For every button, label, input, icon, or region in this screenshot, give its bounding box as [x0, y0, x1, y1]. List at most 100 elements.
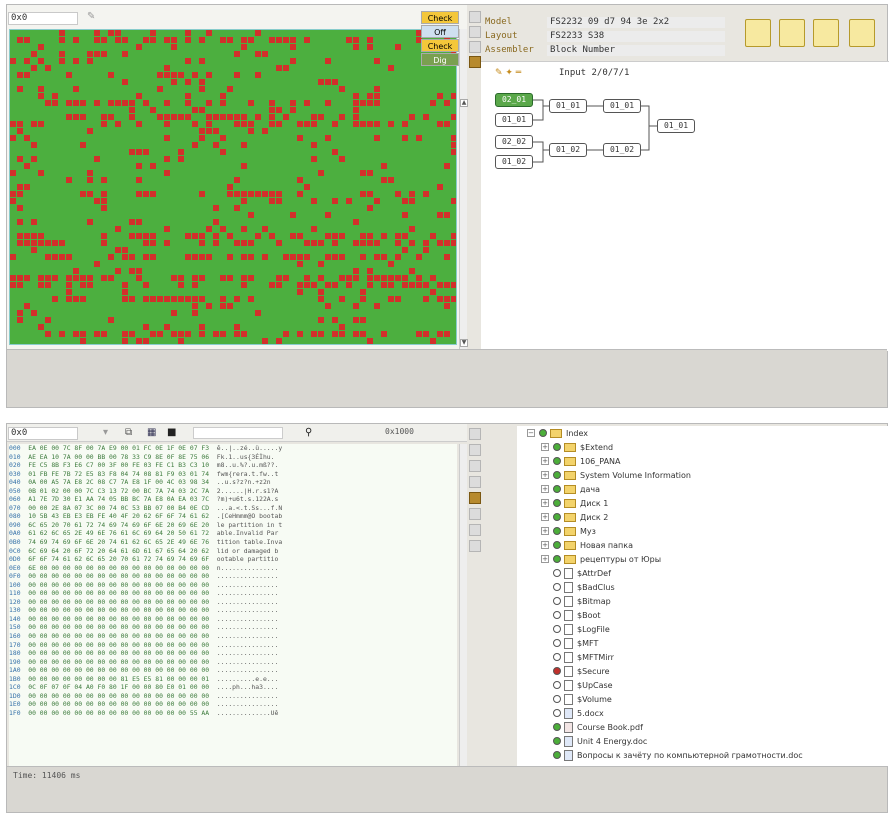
hex-row[interactable]: 1D0 00 00 00 00 00 00 00 00 00 00 00 00 …: [9, 692, 457, 701]
hex-bytes[interactable]: 6E 00 00 00 00 00 00 00 00 00 00 00 00 0…: [28, 564, 217, 572]
expand-icon[interactable]: +: [541, 499, 549, 507]
hex-row[interactable]: 1A0 00 00 00 00 00 00 00 00 00 00 00 00 …: [9, 666, 457, 675]
tool-button-2[interactable]: [469, 26, 481, 38]
scroll-down-button[interactable]: ▼: [460, 339, 468, 347]
hex-bytes[interactable]: 6C 65 20 70 61 72 74 69 74 69 6F 6E 20 6…: [28, 521, 217, 529]
tree-item[interactable]: 5.docx: [541, 706, 604, 720]
hex-bytes[interactable]: FE C5 8B F3 E6 C7 00 3F 00 FE 03 FE C1 B…: [28, 461, 217, 469]
hex-ascii[interactable]: able.Invalid Par: [217, 529, 279, 537]
diagram-node[interactable]: 01_01: [495, 113, 533, 127]
search-offset[interactable]: 0x1000: [385, 427, 414, 436]
expand-icon[interactable]: [541, 569, 549, 577]
hex-row[interactable]: 100 00 00 00 00 00 00 00 00 00 00 00 00 …: [9, 581, 457, 590]
tree-item[interactable]: + Диск 1: [541, 496, 608, 510]
hex-row[interactable]: 1E0 00 00 00 00 00 00 00 00 00 00 00 00 …: [9, 700, 457, 709]
tree-item[interactable]: $Volume: [541, 692, 612, 706]
tree-item[interactable]: $MFT: [541, 636, 598, 650]
expand-icon[interactable]: [541, 597, 549, 605]
hex-ascii[interactable]: ................: [217, 666, 279, 674]
hex-ascii[interactable]: Fk.1..us{3ÉÌhu.: [217, 453, 275, 461]
hex-ascii[interactable]: ................: [217, 581, 279, 589]
hex-ascii[interactable]: ................: [217, 700, 279, 708]
check-dropdown[interactable]: Check Off Check Dig: [421, 11, 459, 67]
expand-icon[interactable]: +: [541, 541, 549, 549]
hex-bytes[interactable]: 00 00 00 00 00 00 00 00 00 00 00 00 00 0…: [28, 700, 217, 708]
hex-bytes[interactable]: 0B 01 02 00 00 7C C3 13 72 00 BC 7A 74 0…: [28, 487, 217, 495]
hex-row[interactable]: 150 00 00 00 00 00 00 00 00 00 00 00 00 …: [9, 623, 457, 632]
expand-icon[interactable]: [541, 625, 549, 633]
folder-icon[interactable]: [813, 19, 839, 47]
expand-icon[interactable]: +: [541, 457, 549, 465]
diagram-node[interactable]: 02_02: [495, 135, 533, 149]
hex-tool-active[interactable]: [469, 492, 481, 504]
dropdown-selected[interactable]: Check: [421, 11, 459, 24]
hex-ascii[interactable]: ................: [217, 615, 279, 623]
table-icon[interactable]: ▦: [147, 427, 157, 439]
hex-bytes[interactable]: 00 00 00 00 00 00 00 00 00 00 00 00 00 0…: [28, 615, 217, 623]
hex-bytes[interactable]: A1 7E 7D 30 E1 AA 74 05 BB BC 7A E8 0A E…: [28, 495, 217, 503]
hex-row[interactable]: 0A0 61 62 6C 65 2E 49 6E 76 61 6C 69 64 …: [9, 529, 457, 538]
tree-item[interactable]: $UpCase: [541, 678, 613, 692]
hex-ascii[interactable]: 2......|H.r.s1?A: [217, 487, 279, 495]
hex-ascii[interactable]: ..........e.e...: [217, 675, 279, 683]
expand-icon[interactable]: [541, 667, 549, 675]
hex-tool-6[interactable]: [469, 524, 481, 536]
copy-icon[interactable]: ⧉: [125, 427, 135, 439]
expand-icon[interactable]: [541, 695, 549, 703]
tree-item[interactable]: + рецептуры от Юры: [541, 552, 661, 566]
hex-bytes[interactable]: 00 00 00 00 00 00 00 00 00 00 00 00 00 0…: [28, 632, 217, 640]
expand-icon[interactable]: [541, 583, 549, 591]
hex-address-field[interactable]: 0x0: [8, 427, 78, 440]
save-icon[interactable]: [849, 19, 875, 47]
hex-tool-7[interactable]: [469, 540, 481, 552]
hex-row[interactable]: 030 01 FB FE 7B 72 E5 83 F8 04 74 08 81 …: [9, 470, 457, 479]
hex-row[interactable]: 050 0B 01 02 00 00 7C C3 13 72 00 BC 7A …: [9, 487, 457, 496]
disk-save-icon[interactable]: ■: [167, 427, 177, 439]
hex-ascii[interactable]: m8..u.%?.u.mß??.: [217, 461, 279, 469]
diagram-node[interactable]: 01_01: [603, 99, 641, 113]
tree-item[interactable]: + Диск 2: [541, 510, 608, 524]
expand-icon[interactable]: +: [541, 471, 549, 479]
hex-row[interactable]: 120 00 00 00 00 00 00 00 00 00 00 00 00 …: [9, 598, 457, 607]
hex-ascii[interactable]: ................: [217, 589, 279, 597]
hex-ascii[interactable]: lid or damaged b: [217, 547, 279, 555]
hex-ascii[interactable]: tition table.Inva: [217, 538, 282, 546]
expand-icon[interactable]: +: [541, 513, 549, 521]
hex-ascii[interactable]: ?m)+u6t.s.122A.s: [217, 495, 279, 503]
expand-icon[interactable]: −: [527, 429, 535, 437]
hex-bytes[interactable]: 00 00 00 00 00 00 00 00 00 00 00 00 00 0…: [28, 606, 217, 614]
hex-row[interactable]: 060 A1 7E 7D 30 E1 AA 74 05 BB BC 7A E8 …: [9, 495, 457, 504]
tree-item[interactable]: +106_PANA: [541, 454, 621, 468]
tree-item[interactable]: $Secure: [541, 664, 610, 678]
tree-item[interactable]: $Boot: [541, 608, 601, 622]
tool-button-1[interactable]: [469, 11, 481, 23]
hex-ascii[interactable]: ................: [217, 598, 279, 606]
hex-bytes[interactable]: 0A 00 A5 7A E8 2C 08 C7 7A E8 1F 00 4C 0…: [28, 478, 217, 486]
expand-icon[interactable]: [541, 639, 549, 647]
hex-tool-4[interactable]: [469, 476, 481, 488]
tree-item[interactable]: + $Extend: [541, 440, 613, 454]
hex-bytes[interactable]: 6C 69 64 20 6F 72 20 64 61 6D 61 67 65 6…: [28, 547, 217, 555]
hex-bytes[interactable]: 00 00 00 00 00 00 00 00 00 00 00 00 00 0…: [28, 649, 217, 657]
hex-bytes[interactable]: 0C 0F 07 0F 04 A0 F0 80 1F 00 00 80 E0 0…: [28, 683, 217, 691]
hex-row[interactable]: 170 00 00 00 00 00 00 00 00 00 00 00 00 …: [9, 641, 457, 650]
hex-scrollbar[interactable]: [459, 444, 467, 786]
tree-item[interactable]: − Index: [527, 426, 588, 440]
expand-icon[interactable]: +: [541, 485, 549, 493]
hex-bytes[interactable]: 00 00 00 00 00 00 00 00 81 E5 E5 81 00 0…: [28, 675, 217, 683]
sector-grid[interactable]: [9, 29, 457, 345]
binoculars-icon[interactable]: ⚲: [305, 427, 315, 439]
hex-row[interactable]: 000 EA 0E 00 7C 8F 00 7A E9 00 01 FC 0E …: [9, 444, 457, 453]
eject-icon[interactable]: [745, 19, 771, 47]
hex-row[interactable]: 110 00 00 00 00 00 00 00 00 00 00 00 00 …: [9, 589, 457, 598]
hex-row[interactable]: 160 00 00 00 00 00 00 00 00 00 00 00 00 …: [9, 632, 457, 641]
hex-bytes[interactable]: 74 69 74 69 6F 6E 20 74 61 62 6C 65 2E 4…: [28, 538, 217, 546]
hex-row[interactable]: 020 FE C5 8B F3 E6 C7 00 3F 00 FE 03 FE …: [9, 461, 457, 470]
hex-row[interactable]: 180 00 00 00 00 00 00 00 00 00 00 00 00 …: [9, 649, 457, 658]
hex-row[interactable]: 080 10 5B 43 EB E3 EB FE 40 4F 20 62 6F …: [9, 512, 457, 521]
expand-icon[interactable]: +: [541, 527, 549, 535]
diagram-node[interactable]: 01_02: [549, 143, 587, 157]
tree-item[interactable]: $BadClus: [541, 580, 615, 594]
hex-row[interactable]: 130 00 00 00 00 00 00 00 00 00 00 00 00 …: [9, 606, 457, 615]
hex-ascii[interactable]: fwm{rera.t.fw..t: [217, 470, 279, 478]
